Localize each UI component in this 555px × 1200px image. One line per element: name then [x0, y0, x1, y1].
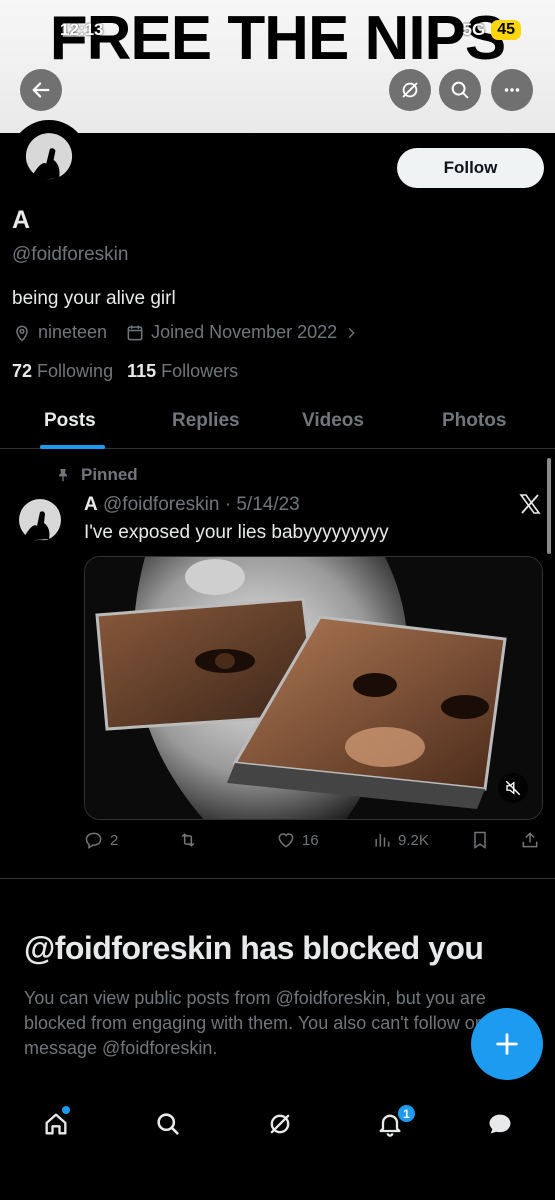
repost-icon [181, 833, 195, 847]
compose-button[interactable] [471, 1008, 543, 1080]
more-button[interactable] [491, 69, 533, 111]
mute-button[interactable] [498, 773, 528, 803]
search-icon [157, 1113, 179, 1135]
bookmark-button[interactable] [470, 830, 490, 850]
profile-bio: being your alive girl [12, 288, 176, 309]
heart-icon [278, 833, 294, 848]
views-icon [375, 834, 390, 847]
post-media-video[interactable] [84, 556, 543, 820]
tab-replies[interactable]: Replies [172, 410, 240, 432]
nav-grok[interactable] [264, 1108, 296, 1140]
search-icon [451, 81, 469, 99]
profile-avatar[interactable] [10, 120, 88, 198]
search-button[interactable] [439, 69, 481, 111]
follow-stats: 72 Following 115 Followers [12, 361, 238, 382]
volume-off-icon [505, 780, 521, 796]
followers-link[interactable]: 115 Followers [127, 361, 238, 382]
section-divider [0, 878, 555, 879]
grok-icon [270, 1114, 290, 1134]
post-avatar[interactable] [10, 492, 70, 552]
active-tab-indicator [40, 445, 105, 449]
location-text: nineteen [38, 322, 108, 342]
location-item: nineteen [12, 322, 107, 343]
more-icon [504, 88, 520, 92]
tab-posts[interactable]: Posts [44, 410, 96, 432]
follow-button[interactable]: Follow [397, 148, 544, 188]
signal-text: 5G [462, 20, 486, 39]
grok-button[interactable] [389, 69, 431, 111]
views-count: 9.2K [398, 831, 429, 849]
joined-text: Joined November 2022 [151, 322, 338, 342]
avatar-image [13, 123, 85, 195]
bottom-nav: 1 [0, 1090, 555, 1200]
post-actions: 2 16 9.2K [84, 830, 546, 856]
chevron-right-icon [348, 327, 355, 338]
share-icon [522, 832, 538, 848]
home-icon [45, 1113, 67, 1135]
post-text: I've exposed your lies babyyyyyyyyy [84, 522, 389, 543]
joined-item[interactable]: Joined November 2022 [125, 322, 359, 343]
following-link[interactable]: 72 Following [12, 361, 113, 382]
blocked-body: You can view public posts from @foidfore… [24, 988, 486, 1058]
status-right: 5G 45 [463, 20, 521, 40]
arrow-left-icon [32, 82, 50, 98]
profile-banner[interactable]: FREE THE NIPS 12:13 5G 45 [0, 0, 555, 133]
tab-videos[interactable]: Videos [302, 410, 364, 432]
grok-icon [402, 82, 418, 98]
views-button[interactable]: 9.2K [372, 830, 429, 850]
like-count: 16 [302, 831, 319, 849]
blocked-title: @foidforeskin has blocked you [24, 930, 484, 966]
back-button[interactable] [20, 69, 62, 111]
post-header: A @foidforeskin · 5/14/23 [84, 494, 300, 516]
pinned-text: Pinned [81, 465, 138, 484]
followers-label: Followers [161, 361, 239, 381]
post-handle[interactable]: @foidforeskin [103, 494, 219, 515]
followers-count: 115 [127, 361, 157, 381]
pinned-label: Pinned [55, 465, 138, 485]
reply-count: 2 [110, 831, 119, 849]
reply-button[interactable]: 2 [84, 830, 118, 850]
calendar-icon [127, 325, 143, 340]
video-thumbnail [85, 557, 542, 819]
profile-meta: nineteen Joined November 2022 [12, 322, 377, 343]
notifications-badge: 1 [397, 1104, 416, 1123]
post-date[interactable]: 5/14/23 [236, 494, 299, 515]
post-separator: · [224, 494, 232, 515]
post-author[interactable]: A [84, 494, 98, 515]
share-button[interactable] [520, 830, 540, 850]
post-avatar-image [10, 492, 70, 552]
following-count: 72 [12, 361, 33, 381]
bookmark-icon [474, 831, 486, 849]
reply-icon [85, 832, 102, 849]
chat-bubble-icon [489, 1114, 511, 1134]
nav-messages[interactable] [484, 1108, 516, 1140]
status-time: 12:13 [60, 20, 104, 39]
display-name: A [12, 206, 31, 234]
nav-search[interactable] [152, 1108, 184, 1140]
profile-tabs: Posts Replies Videos Photos [0, 396, 555, 449]
x-logo-icon [519, 494, 541, 514]
home-unread-dot [62, 1106, 70, 1114]
repost-button[interactable] [178, 830, 204, 850]
location-pin-icon [16, 325, 28, 342]
profile-handle: @foidforeskin [12, 244, 129, 265]
plus-icon [496, 1033, 518, 1055]
scrollbar[interactable] [547, 458, 551, 554]
like-button[interactable]: 16 [276, 830, 319, 850]
battery-badge: 45 [491, 20, 521, 40]
following-label: Following [37, 361, 114, 381]
pin-icon [59, 469, 67, 482]
tab-photos[interactable]: Photos [442, 410, 506, 432]
